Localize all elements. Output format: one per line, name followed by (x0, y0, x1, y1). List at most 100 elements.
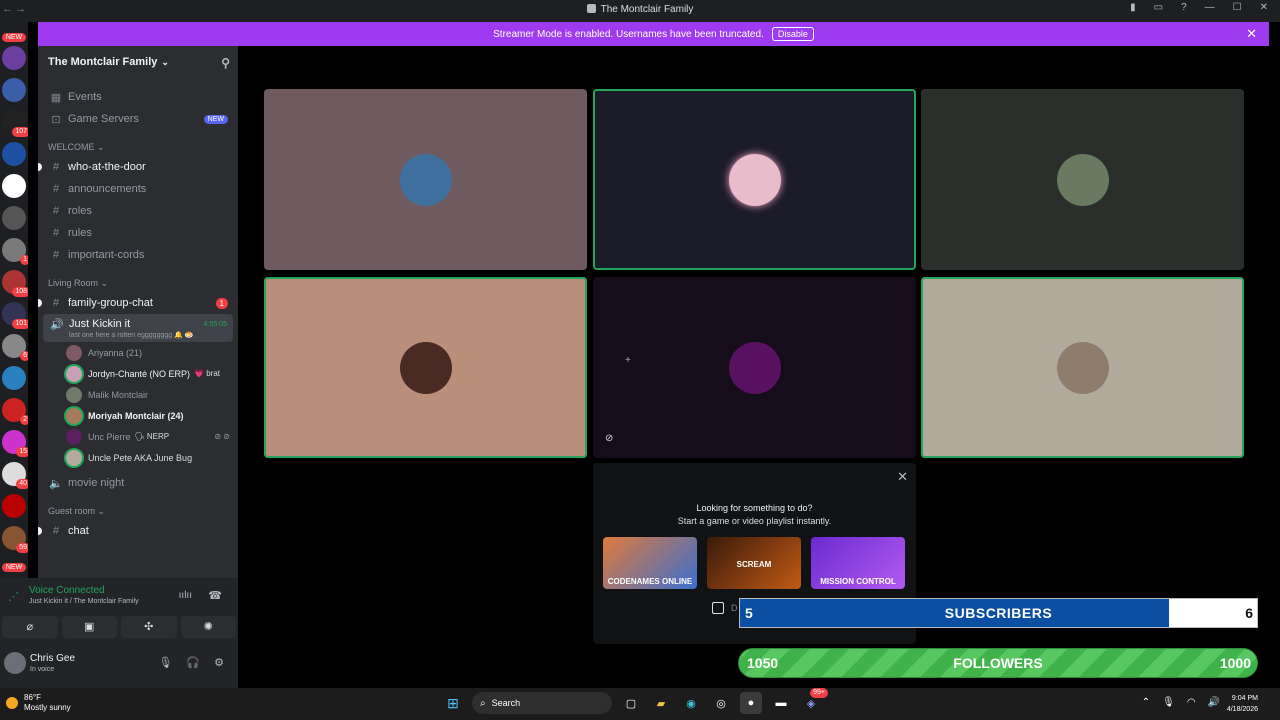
invite-icon[interactable]: ⚲ (221, 56, 230, 70)
taskbar: 86°F Mostly sunny ⊞ ⌕ Search ▢ ▰ ◉ ◎ ● ▬ ◈… (0, 688, 1280, 720)
app-icon[interactable]: ◎ (710, 692, 732, 714)
voice-user[interactable]: Moriyah Montclair (24) (38, 405, 238, 426)
chevron-up-icon[interactable]: ⌃ (1142, 697, 1150, 708)
speaker-icon: 🔈 (49, 477, 63, 490)
voice-user[interactable]: Unc Pierre 🗣 NERP ⊘ ⊘ (38, 426, 238, 447)
server-icon[interactable] (2, 46, 26, 70)
subscriber-label: SUBSCRIBERS (944, 605, 1053, 621)
voice-user[interactable]: Uncle Pete AKA June Bug (38, 447, 238, 468)
screen-icon[interactable]: ▭ (1154, 2, 1163, 13)
chevron-down-icon: ⌄ (161, 56, 169, 67)
disconnect-icon[interactable]: ☎ (208, 589, 222, 602)
edge-icon[interactable]: ◉ (680, 692, 702, 714)
server-icon[interactable]: 101 (2, 302, 28, 329)
close-icon[interactable]: ✕ (1246, 26, 1257, 42)
maximize-button[interactable]: ☐ (1233, 2, 1242, 13)
category-welcome[interactable]: WELCOME ⌄ (38, 138, 238, 156)
cursor-crosshair-icon: + (625, 355, 631, 366)
video-tile[interactable] (921, 89, 1244, 270)
signal-icon[interactable]: ⋰ (8, 590, 19, 603)
game-servers-link[interactable]: ⊡ Game Servers NEW (38, 108, 238, 130)
channel-rules[interactable]: # rules (38, 222, 238, 244)
streamer-mode-banner: Streamer Mode is enabled. Usernames have… (38, 22, 1269, 46)
headphones-icon[interactable]: 🎧 (186, 656, 200, 669)
server-icon[interactable] (2, 206, 26, 230)
voice-location[interactable]: Just Kickin it / The Montclair Family (29, 598, 139, 605)
activity-checkbox[interactable] (712, 602, 724, 614)
start-button[interactable]: ⊞ (442, 692, 464, 714)
category-guest-room[interactable]: Guest room ⌄ (38, 502, 238, 520)
muted-icon: ⊘ ⊘ (214, 432, 230, 441)
weather-widget[interactable]: 86°F Mostly sunny (6, 693, 71, 713)
obs-icon[interactable]: ● (740, 692, 762, 714)
noise-suppression-icon[interactable]: ıılıı (179, 590, 192, 601)
server-icon[interactable]: 2 (2, 398, 28, 425)
microphone-icon[interactable]: 🎙 (158, 656, 172, 669)
video-tile[interactable] (264, 89, 587, 270)
game-card-scream[interactable]: SCREAM (707, 537, 801, 589)
server-icon[interactable] (2, 174, 26, 198)
voice-user[interactable]: Malik Montclair (38, 384, 238, 405)
avatar (728, 153, 781, 206)
channel-who-at-the-door[interactable]: # who-at-the-door (38, 156, 238, 178)
category-living-room[interactable]: Living Room ⌄ (38, 274, 238, 292)
gear-icon[interactable]: ⚙ (214, 656, 224, 669)
help-icon[interactable]: ? (1181, 2, 1187, 13)
channel-chat[interactable]: # chat (38, 520, 238, 542)
game-card-codenames[interactable]: CODENAMES ONLINE (603, 537, 697, 589)
voice-user[interactable]: Jordyn-Chanté (NO ERP) 💗 brat (38, 363, 238, 384)
close-icon[interactable]: ✕ (897, 469, 908, 485)
server-icon[interactable] (2, 142, 26, 166)
muted-icon: ⊘ (605, 433, 614, 444)
user-name[interactable]: Chris Gee (30, 653, 75, 664)
video-tile[interactable] (264, 277, 587, 458)
channel-important-cords[interactable]: # important-cords (38, 244, 238, 266)
speaker-icon: 🔊 (50, 318, 64, 331)
search-box[interactable]: ⌕ Search (472, 692, 612, 714)
video-tile[interactable] (593, 89, 916, 270)
voice-user[interactable]: Ariyanna (21) (38, 342, 238, 363)
voice-status-label[interactable]: Voice Connected (29, 585, 105, 596)
screen-share-button[interactable]: ▣ (61, 616, 117, 638)
sun-icon (6, 697, 18, 709)
server-icon[interactable] (2, 78, 26, 102)
video-tile[interactable] (921, 277, 1244, 458)
server-icon[interactable]: 6 (2, 334, 28, 361)
avatar[interactable] (4, 652, 26, 674)
disable-button[interactable]: Disable (771, 27, 814, 41)
game-card-mission-control[interactable]: MISSION CONTROL (811, 537, 905, 589)
channel-announcements[interactable]: # announcements (38, 178, 238, 200)
server-logo-icon (586, 4, 596, 13)
server-header[interactable]: The Montclair Family ⌄ ⚲ (38, 46, 238, 78)
activity-heading: Looking for something to do? (696, 503, 813, 513)
wifi-icon[interactable]: ◠ (1187, 697, 1196, 708)
microphone-icon[interactable]: 🎙 (1162, 697, 1175, 708)
clock[interactable]: 9:04 PM 4/18/2026 (1227, 693, 1258, 715)
inbox-icon[interactable]: ▮ (1130, 2, 1136, 13)
server-icon[interactable]: 15 (2, 430, 28, 457)
file-explorer-icon[interactable]: ▰ (650, 692, 672, 714)
camera-off-button[interactable]: ⌀ (2, 616, 58, 638)
server-icon[interactable]: 59 (2, 526, 28, 553)
volume-icon[interactable]: 🔊 (1208, 697, 1220, 708)
server-icon[interactable] (2, 494, 26, 518)
server-icon[interactable]: 40 (2, 462, 28, 489)
server-icon[interactable]: 107 (2, 110, 28, 137)
activities-button[interactable]: ✣ (121, 616, 177, 638)
task-view-icon[interactable]: ▢ (620, 692, 642, 714)
server-icon[interactable]: 108 (2, 270, 28, 297)
terminal-icon[interactable]: ▬ (770, 692, 792, 714)
channel-family-group-chat[interactable]: # family-group-chat 1 (38, 292, 238, 314)
voice-channel-movie-night[interactable]: 🔈 movie night (38, 472, 238, 494)
server-icon[interactable] (2, 366, 26, 390)
events-link[interactable]: ▦ Events (38, 86, 238, 108)
gamepad-icon: ⊡ (51, 113, 61, 126)
channel-roles[interactable]: # roles (38, 200, 238, 222)
soundboard-button[interactable]: ✺ (180, 616, 236, 638)
discord-icon[interactable]: ◈ 99+ (800, 688, 828, 714)
video-tile[interactable] (593, 277, 916, 458)
voice-channel-just-kickin-it[interactable]: 🔊 Just Kickin it 4:55:05 last one here a r… (43, 314, 233, 342)
server-icon[interactable]: 1 (2, 238, 28, 265)
close-window-button[interactable]: ✕ (1260, 2, 1268, 13)
minimize-button[interactable]: — (1205, 2, 1215, 13)
